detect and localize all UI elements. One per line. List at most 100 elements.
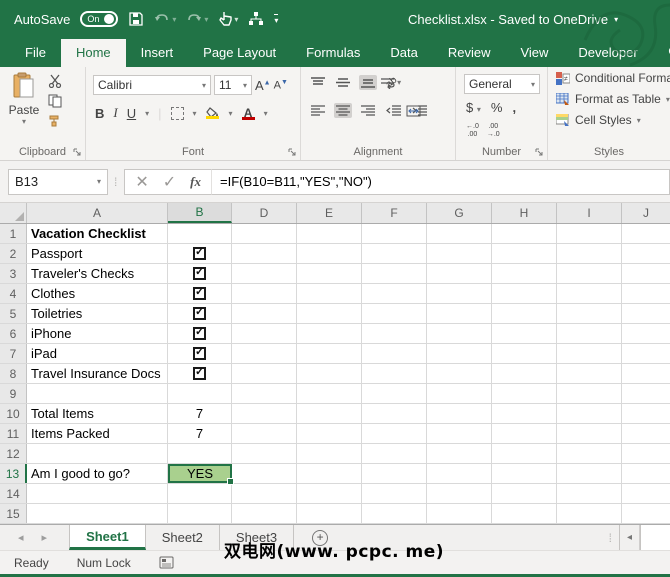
checkbox-checked-icon[interactable] bbox=[193, 307, 206, 320]
cell-a15[interactable] bbox=[27, 504, 168, 523]
tab-scroll-divider[interactable]: ⁞ bbox=[609, 531, 613, 545]
name-box[interactable]: B13 ▾ bbox=[8, 169, 108, 195]
scroll-left-icon[interactable]: ◂ bbox=[620, 525, 640, 550]
empty-cells-row-5[interactable] bbox=[232, 304, 670, 323]
column-header-g[interactable]: G bbox=[427, 203, 492, 223]
cell-a3[interactable]: Traveler's Checks bbox=[27, 264, 168, 283]
underline-button[interactable]: U bbox=[127, 106, 136, 121]
column-header-j[interactable]: J bbox=[622, 203, 670, 223]
font-size-select[interactable]: 11 ▾ bbox=[214, 75, 252, 95]
cell-b10[interactable]: 7 bbox=[168, 404, 232, 423]
empty-cells-row-14[interactable] bbox=[232, 484, 670, 503]
cell-a7[interactable]: iPad bbox=[27, 344, 168, 363]
row-header-1[interactable]: 1 bbox=[0, 224, 27, 243]
sheet-nav-right-icon[interactable]: ▸ bbox=[42, 531, 48, 544]
borders-dropdown-icon[interactable]: ▾ bbox=[193, 109, 197, 118]
autosave-toggle[interactable]: On bbox=[80, 11, 118, 27]
cell-a14[interactable] bbox=[27, 484, 168, 503]
tab-view[interactable]: View bbox=[505, 39, 563, 67]
sheet-tab-sheet1[interactable]: Sheet1 bbox=[69, 525, 146, 550]
empty-cells-row-10[interactable] bbox=[232, 404, 670, 423]
tab-data[interactable]: Data bbox=[375, 39, 432, 67]
touch-mouse-mode-button[interactable]: ▾ bbox=[218, 11, 238, 27]
cell-styles-button[interactable]: Cell Styles ▾ bbox=[548, 109, 670, 130]
format-painter-icon[interactable] bbox=[48, 114, 62, 128]
column-header-h[interactable]: H bbox=[492, 203, 557, 223]
empty-cells-row-3[interactable] bbox=[232, 264, 670, 283]
row-header-8[interactable]: 8 bbox=[0, 364, 27, 383]
middle-align-button[interactable] bbox=[334, 75, 352, 90]
row-header-14[interactable]: 14 bbox=[0, 484, 27, 503]
copy-icon[interactable] bbox=[48, 94, 62, 108]
cell-b9[interactable] bbox=[168, 384, 232, 403]
row-header-7[interactable]: 7 bbox=[0, 344, 27, 363]
row-header-9[interactable]: 9 bbox=[0, 384, 27, 403]
checkbox-checked-icon[interactable] bbox=[193, 367, 206, 380]
row-header-15[interactable]: 15 bbox=[0, 504, 27, 523]
conditional-formatting-button[interactable]: ≠ Conditional Forma bbox=[548, 67, 670, 88]
cell-a6[interactable]: iPhone bbox=[27, 324, 168, 343]
fill-color-dropdown-icon[interactable]: ▾ bbox=[229, 109, 233, 118]
align-left-button[interactable] bbox=[309, 103, 327, 118]
checkbox-checked-icon[interactable] bbox=[193, 247, 206, 260]
checkbox-checked-icon[interactable] bbox=[193, 327, 206, 340]
fill-color-button[interactable] bbox=[206, 107, 220, 119]
center-button[interactable] bbox=[334, 103, 352, 118]
tab-review[interactable]: Review bbox=[433, 39, 506, 67]
column-header-i[interactable]: I bbox=[557, 203, 622, 223]
tab-insert[interactable]: Insert bbox=[126, 39, 189, 67]
clipboard-dialog-launcher-icon[interactable] bbox=[73, 148, 82, 157]
formula-input[interactable]: =IF(B10=B11,"YES","NO") bbox=[211, 169, 670, 195]
merge-center-button[interactable] bbox=[404, 103, 423, 119]
empty-cells-row-1[interactable] bbox=[232, 224, 670, 243]
row-header-6[interactable]: 6 bbox=[0, 324, 27, 343]
redo-button[interactable]: ▾ bbox=[186, 12, 208, 26]
row-header-3[interactable]: 3 bbox=[0, 264, 27, 283]
touch-mode-dropdown-icon[interactable]: ▾ bbox=[234, 15, 238, 24]
row-header-12[interactable]: 12 bbox=[0, 444, 27, 463]
cell-a13[interactable]: Am I good to go? bbox=[27, 464, 168, 483]
column-header-b-selected[interactable]: B bbox=[168, 203, 232, 223]
undo-dropdown-icon[interactable]: ▾ bbox=[172, 15, 176, 24]
cell-b5[interactable] bbox=[168, 304, 232, 323]
empty-cells-row-7[interactable] bbox=[232, 344, 670, 363]
percent-style-button[interactable]: % bbox=[491, 100, 503, 115]
empty-cells-row-6[interactable] bbox=[232, 324, 670, 343]
cell-b11[interactable]: 7 bbox=[168, 424, 232, 443]
bold-button[interactable]: B bbox=[95, 106, 104, 121]
format-as-table-button[interactable]: Format as Table ▾ bbox=[548, 88, 670, 109]
cell-b14[interactable] bbox=[168, 484, 232, 503]
empty-cells-row-13[interactable] bbox=[232, 464, 670, 483]
cell-a11[interactable]: Items Packed bbox=[27, 424, 168, 443]
empty-cells-row-4[interactable] bbox=[232, 284, 670, 303]
row-header-13-selected[interactable]: 13 bbox=[0, 464, 27, 483]
number-format-select[interactable]: General ▾ bbox=[464, 74, 540, 94]
empty-cells-row-9[interactable] bbox=[232, 384, 670, 403]
borders-button[interactable] bbox=[171, 107, 184, 120]
top-align-button[interactable] bbox=[309, 75, 327, 90]
undo-button[interactable]: ▾ bbox=[154, 12, 176, 26]
row-header-11[interactable]: 11 bbox=[0, 424, 27, 443]
font-color-button[interactable]: A bbox=[242, 107, 255, 120]
cell-b8[interactable] bbox=[168, 364, 232, 383]
empty-cells-row-8[interactable] bbox=[232, 364, 670, 383]
empty-cells-row-11[interactable] bbox=[232, 424, 670, 443]
cell-b15[interactable] bbox=[168, 504, 232, 523]
wrap-text-button[interactable] bbox=[378, 75, 397, 91]
sheet-nav-left-icon[interactable]: ◂ bbox=[18, 531, 24, 544]
tab-file[interactable]: File bbox=[10, 39, 61, 67]
row-header-10[interactable]: 10 bbox=[0, 404, 27, 423]
cell-b1[interactable] bbox=[168, 224, 232, 243]
select-all-button[interactable] bbox=[0, 203, 27, 223]
cell-a10[interactable]: Total Items bbox=[27, 404, 168, 423]
number-dialog-launcher-icon[interactable] bbox=[535, 148, 544, 157]
empty-cells-row-2[interactable] bbox=[232, 244, 670, 263]
row-header-4[interactable]: 4 bbox=[0, 284, 27, 303]
increase-font-size-button[interactable]: A▲ bbox=[255, 78, 271, 93]
cell-a1[interactable]: Vacation Checklist bbox=[27, 224, 168, 243]
decrease-font-size-button[interactable]: A▼ bbox=[274, 79, 288, 92]
cell-b6[interactable] bbox=[168, 324, 232, 343]
bottom-align-button[interactable] bbox=[359, 75, 377, 90]
comma-style-button[interactable]: , bbox=[512, 100, 516, 115]
redo-dropdown-icon[interactable]: ▾ bbox=[204, 15, 208, 24]
